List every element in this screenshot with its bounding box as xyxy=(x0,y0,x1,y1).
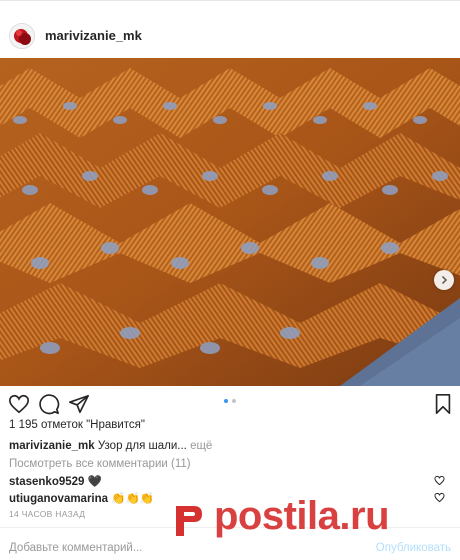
post-photo[interactable] xyxy=(0,58,460,386)
avatar[interactable] xyxy=(9,22,35,49)
like-button[interactable] xyxy=(8,393,32,417)
share-icon xyxy=(69,394,89,414)
small-heart-icon[interactable] xyxy=(434,492,445,503)
action-bar xyxy=(0,393,460,419)
watermark-logo xyxy=(176,506,202,536)
publish-button[interactable]: Опубликовать xyxy=(376,542,451,554)
comment-text: 👏👏👏 xyxy=(111,493,155,505)
heart-icon xyxy=(9,394,29,414)
carousel-next-button[interactable] xyxy=(434,270,454,290)
small-heart-icon[interactable] xyxy=(434,475,445,486)
comment-button[interactable] xyxy=(38,393,62,417)
comment-icon xyxy=(39,394,60,415)
caption-username[interactable]: marivizanie_mk xyxy=(9,440,95,452)
add-comment-input[interactable]: Добавьте комментарий... xyxy=(9,542,142,554)
chevron-right-icon xyxy=(441,275,448,285)
watermark-text: postila.ru xyxy=(214,494,390,538)
caption-more-link[interactable]: ещё xyxy=(190,440,212,452)
caption: marivizanie_mk Узор для шали... ещё xyxy=(9,440,212,452)
comment-username[interactable]: stasenko9529 xyxy=(9,476,84,488)
bookmark-icon xyxy=(435,394,451,414)
caption-text: Узор для шали... xyxy=(97,440,187,452)
likes-count[interactable]: 1 195 отметок "Нравится" xyxy=(9,419,145,431)
view-all-comments-link[interactable]: Посмотреть все комментарии (11) xyxy=(9,458,191,470)
comment-text: 🖤 xyxy=(87,476,102,488)
carousel-indicator xyxy=(224,399,236,403)
comment-username[interactable]: utiuganovamarina xyxy=(9,493,108,505)
username[interactable]: marivizanie_mk xyxy=(45,28,142,43)
share-button[interactable] xyxy=(68,393,92,417)
carousel-dot xyxy=(232,399,236,403)
post-header: marivizanie_mk xyxy=(0,13,460,58)
comment-row: stasenko9529 🖤 xyxy=(9,474,454,488)
knitted-shawl-image xyxy=(0,58,460,386)
post-timestamp[interactable]: 14 ЧАСОВ НАЗАД xyxy=(9,509,85,519)
carousel-dot-active xyxy=(224,399,228,403)
instagram-post: marivizanie_mk 1 195 отметок "Нравится" … xyxy=(0,0,460,560)
save-button[interactable] xyxy=(432,393,456,417)
